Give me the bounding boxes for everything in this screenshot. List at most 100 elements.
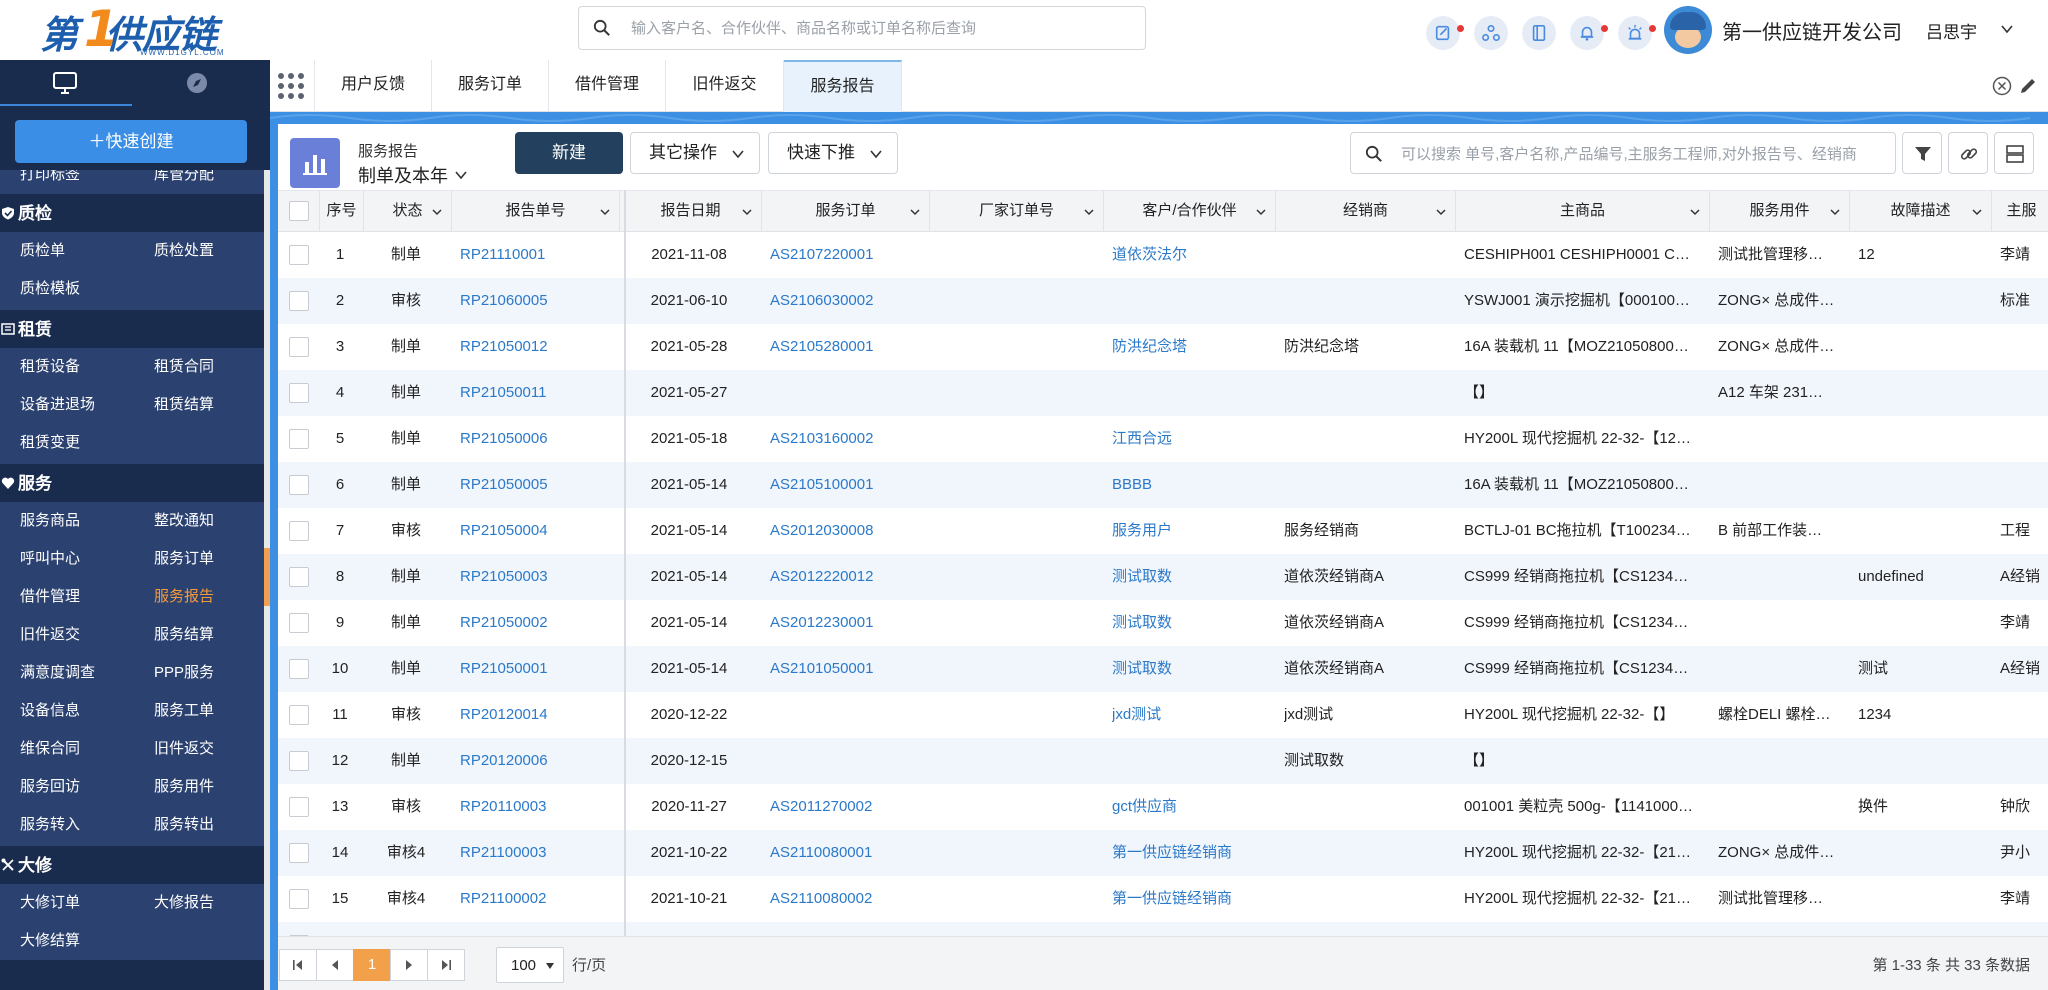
column-header-customer[interactable]: 客户/合作伙伴: [1104, 191, 1276, 233]
cell-customer[interactable]: 道依茨法尔: [1112, 232, 1272, 278]
link-button[interactable]: [1948, 132, 1988, 174]
row-checkbox[interactable]: [289, 429, 309, 449]
cell-report-no[interactable]: RP21050001: [460, 646, 616, 692]
cell-customer[interactable]: 测试取数: [1112, 554, 1272, 600]
cell-service-order[interactable]: AS2012220012: [770, 554, 926, 600]
row-checkbox[interactable]: [289, 475, 309, 495]
cell-report-no[interactable]: RP21050012: [460, 324, 616, 370]
pencil-icon[interactable]: [2018, 76, 2038, 96]
row-checkbox[interactable]: [289, 751, 309, 771]
sidebar-tab-desktop[interactable]: [0, 60, 132, 106]
row-checkbox[interactable]: [289, 613, 309, 633]
sidebar-item-old-parts-return-2[interactable]: 旧件返交: [154, 730, 214, 768]
tab-loan-parts[interactable]: 借件管理: [549, 60, 666, 112]
table-row[interactable]: 1 制单 RP21110001 2021-11-08 AS2107220001 道依茨法尔…: [278, 232, 2048, 278]
sidebar-section-lease[interactable]: 租赁: [0, 310, 264, 348]
cell-report-no[interactable]: RP21060005: [460, 278, 616, 324]
cell-service-order[interactable]: AS2012230001: [770, 600, 926, 646]
sidebar-item-service-settlement[interactable]: 服务结算: [154, 616, 214, 654]
sidebar-item-call-center[interactable]: 呼叫中心: [20, 540, 80, 578]
company-logo[interactable]: 第供应链 1 WWW.D1GYL.COM: [40, 0, 250, 58]
cell-report-no[interactable]: RP20120006: [460, 738, 616, 784]
table-row[interactable]: 9 制单 RP21050002 2021-05-14 AS2012230001 测试取数道…: [278, 600, 2048, 646]
quick-create-button[interactable]: ＋快速创建: [15, 120, 247, 163]
cell-customer[interactable]: 服务用户: [1112, 508, 1272, 554]
other-operations-dropdown[interactable]: 其它操作: [630, 132, 760, 174]
tab-old-parts-return[interactable]: 旧件返交: [666, 60, 784, 112]
sidebar-item-old-parts-return[interactable]: 旧件返交: [20, 616, 80, 654]
sidebar-item-service-parts[interactable]: 服务用件: [154, 768, 214, 806]
table-row[interactable]: 10 制单 RP21050001 2021-05-14 AS2101050001 测试取数…: [278, 646, 2048, 692]
table-row[interactable]: 11 审核 RP20120014 2020-12-22 jxd测试 jxd测试 HY200L…: [278, 692, 2048, 738]
quick-push-dropdown[interactable]: 快速下推: [768, 132, 898, 174]
column-header-index[interactable]: 序号: [320, 191, 364, 233]
cell-customer[interactable]: 测试取数: [1112, 600, 1272, 646]
edit-note-icon[interactable]: [1426, 16, 1464, 50]
column-header-service-parts[interactable]: 服务用件: [1710, 191, 1850, 233]
table-row[interactable]: 15 审核4 RP21100002 2021-10-21 AS2110080002 第一供…: [278, 876, 2048, 922]
table-row[interactable]: 3 制单 RP21050012 2021-05-28 AS2105280001 防洪纪念塔…: [278, 324, 2048, 370]
cell-report-no[interactable]: RP21050005: [460, 462, 616, 508]
row-checkbox[interactable]: [289, 337, 309, 357]
sidebar-item-service-work-order[interactable]: 服务工单: [154, 692, 214, 730]
new-button[interactable]: 新建: [515, 132, 623, 174]
cell-customer[interactable]: 第一供应链经销商: [1112, 876, 1272, 922]
chevron-down-icon[interactable]: [454, 168, 468, 182]
column-header-fault-desc[interactable]: 故障描述: [1850, 191, 1992, 233]
cell-service-order[interactable]: [770, 370, 926, 416]
column-header-status[interactable]: 状态: [364, 191, 452, 233]
row-checkbox[interactable]: [289, 567, 309, 587]
column-header-report-date[interactable]: 报告日期: [620, 191, 762, 233]
current-page[interactable]: 1: [353, 949, 391, 981]
close-circle-icon[interactable]: [1992, 76, 2012, 96]
cell-report-no[interactable]: RP21050011: [460, 370, 616, 416]
sidebar-item-lease-contract[interactable]: 租赁合同: [154, 348, 214, 386]
network-icon[interactable]: [1474, 16, 1508, 50]
cell-service-order[interactable]: AS2011270002: [770, 784, 926, 830]
global-search-input[interactable]: [631, 15, 1131, 41]
row-checkbox[interactable]: [289, 659, 309, 679]
sidebar-tab-explore[interactable]: [132, 60, 264, 106]
avatar[interactable]: [1664, 6, 1712, 54]
sidebar-item-satisfaction-survey[interactable]: 满意度调查: [20, 654, 95, 692]
column-header-service-order[interactable]: 服务订单: [762, 191, 930, 233]
sidebar-item-stock-allocation[interactable]: 库管分配: [154, 170, 214, 194]
select-all-checkbox[interactable]: [289, 201, 309, 221]
sidebar-item-loan-parts[interactable]: 借件管理: [20, 578, 80, 616]
table-row[interactable]: 14 审核4 RP21100003 2021-10-22 AS2110080001 第一供…: [278, 830, 2048, 876]
cell-customer[interactable]: [1112, 370, 1272, 416]
table-row[interactable]: 4 制单 RP21050011 2021-05-27 【】 A12 车架 231…: [278, 370, 2048, 416]
row-checkbox[interactable]: [289, 521, 309, 541]
column-header-dealer[interactable]: 经销商: [1276, 191, 1456, 233]
cell-customer[interactable]: [1112, 738, 1272, 784]
cell-customer[interactable]: [1112, 278, 1272, 324]
sidebar-section-overhaul[interactable]: 大修: [0, 846, 264, 884]
sidebar-item-inspection-disposal[interactable]: 质检处置: [154, 232, 214, 270]
sidebar-item-service-transfer-out[interactable]: 服务转出: [154, 806, 214, 844]
table-row[interactable]: 13 审核 RP20110003 2020-11-27 AS2011270002 gct供…: [278, 784, 2048, 830]
cell-report-no[interactable]: RP21050002: [460, 600, 616, 646]
sidebar-item-lease-equipment[interactable]: 租赁设备: [20, 348, 80, 386]
sidebar-item-service-goods[interactable]: 服务商品: [20, 502, 80, 540]
tab-service-report[interactable]: 服务报告: [784, 60, 902, 112]
row-checkbox[interactable]: [289, 889, 309, 909]
sidebar-item-equipment-info[interactable]: 设备信息: [20, 692, 80, 730]
cell-customer[interactable]: 江西合远: [1112, 416, 1272, 462]
row-checkbox[interactable]: [289, 705, 309, 725]
tab-user-feedback[interactable]: 用户反馈: [315, 60, 432, 112]
cell-customer[interactable]: 道依茨经销商B: [1112, 922, 1272, 936]
sidebar-item-ppp-service[interactable]: PPP服务: [154, 654, 214, 692]
sidebar-item-rectification-notice[interactable]: 整改通知: [154, 502, 214, 540]
table-row[interactable]: 8 制单 RP21050003 2021-05-14 AS2012220012 测试取数道…: [278, 554, 2048, 600]
apps-grid-icon[interactable]: [276, 71, 306, 101]
prev-page-button[interactable]: [316, 949, 354, 981]
cell-service-order[interactable]: AS2012030008: [770, 508, 926, 554]
cell-report-no[interactable]: RP21100002: [460, 876, 616, 922]
sidebar-item-service-order[interactable]: 服务订单: [154, 540, 214, 578]
first-page-button[interactable]: [279, 949, 317, 981]
book-icon[interactable]: [1522, 16, 1556, 50]
sidebar-item-service-report[interactable]: 服务报告: [154, 578, 214, 616]
table-row[interactable]: 12 制单 RP20120006 2020-12-15 测试取数 【】: [278, 738, 2048, 784]
cell-service-order[interactable]: [770, 692, 926, 738]
last-page-button[interactable]: [427, 949, 465, 981]
